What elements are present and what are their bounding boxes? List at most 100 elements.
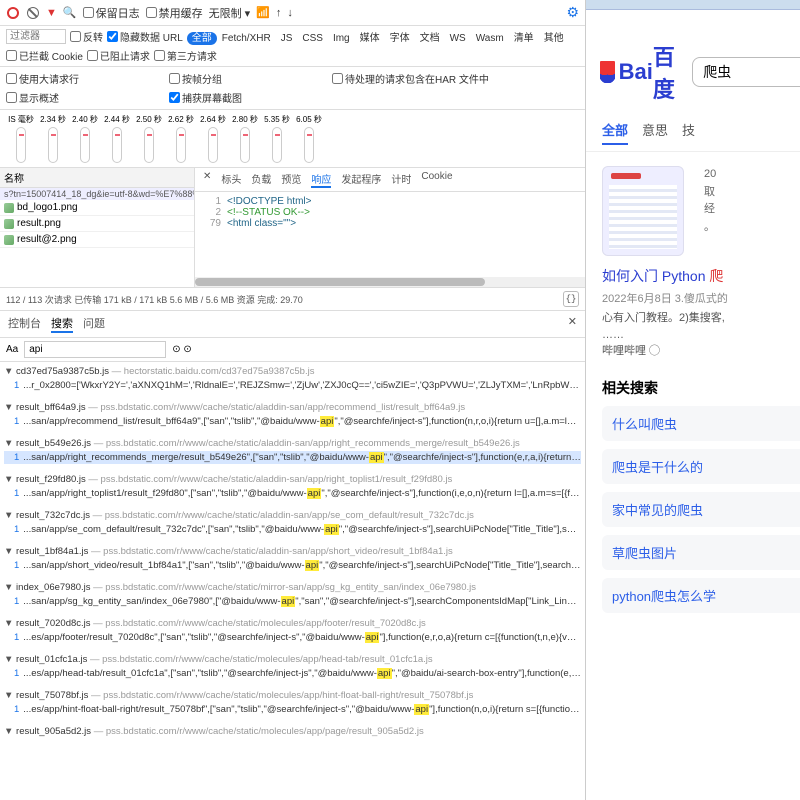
show-overview-checkbox[interactable]: 显示概述	[6, 90, 79, 105]
result-snippet: 心有入门教程。2)集搜客, …… 哔哩哔哩 ◯	[602, 310, 800, 360]
result-match-line[interactable]: 1...san/app/right_toplist1/result_f29fd8…	[4, 487, 581, 500]
result-match-line[interactable]: 1...es/app/footer/result_7020d8c",["san"…	[4, 631, 581, 644]
response-tab-0[interactable]: 标头	[221, 171, 241, 188]
result-group: ▼ index_06e7980.js — pss.bdstatic.com/r/…	[4, 580, 581, 608]
type-pill-CSS[interactable]: CSS	[297, 32, 328, 45]
result-file-header[interactable]: ▼ result_f29fd80.js — pss.bdstatic.com/r…	[4, 472, 581, 487]
response-tab-4[interactable]: 发起程序	[341, 171, 381, 188]
request-row[interactable]: result@2.png	[0, 232, 194, 248]
related-search-item[interactable]: 什么叫爬虫	[602, 406, 800, 441]
result-title-link[interactable]: 如何入门 Python 爬	[602, 260, 800, 286]
result-thumbnail[interactable]	[602, 166, 684, 256]
result-file-header[interactable]: ▼ result_01cfc1a.js — pss.bdstatic.com/r…	[4, 652, 581, 667]
result-match-line[interactable]: 1...san/app/sg_kg_entity_san/index_06e79…	[4, 595, 581, 608]
throttle-select[interactable]: 无限制 ▾	[209, 5, 251, 21]
result-match-line[interactable]: 1...r_0x2800=['WkxrY2Y=','aXNXQ1hM=','Rl…	[4, 379, 581, 392]
address-bar[interactable]	[586, 0, 800, 10]
pretty-print-icon[interactable]: {}	[563, 291, 579, 307]
result-match-line[interactable]: 1...san/app/se_com_default/result_732c7d…	[4, 523, 581, 536]
result-file-header[interactable]: ▼ result_b549e26.js — pss.bdstatic.com/r…	[4, 436, 581, 451]
filter-funnel-icon[interactable]: ▼	[46, 7, 57, 19]
type-pill-Img[interactable]: Img	[328, 32, 355, 45]
result-match-line[interactable]: 1...san/app/short_video/result_1bf84a1",…	[4, 559, 581, 572]
baidu-tab-2[interactable]: 技	[682, 120, 695, 145]
record-icon[interactable]	[6, 6, 20, 20]
type-pill-JS[interactable]: JS	[276, 32, 298, 45]
close-drawer-icon[interactable]: ✕	[568, 315, 577, 333]
response-tab-6[interactable]: Cookie	[421, 171, 452, 188]
response-tab-5[interactable]: 计时	[391, 171, 411, 188]
hide-data-urls-checkbox[interactable]: 隐藏数据 URL	[107, 29, 183, 44]
related-search-item[interactable]: 爬虫是干什么的	[602, 449, 800, 484]
search-icon[interactable]: 🔍	[63, 6, 77, 19]
wifi-icon[interactable]: 📶	[256, 6, 270, 19]
blocked-requests-checkbox[interactable]: 已阻止请求	[87, 48, 150, 63]
search-nav[interactable]: ⊙ ⊙	[172, 344, 192, 355]
result-file-header[interactable]: ▼ result_75078bf.js — pss.bdstatic.com/r…	[4, 688, 581, 703]
match-case-toggle[interactable]: Aa	[6, 344, 18, 355]
baidu-tab-0[interactable]: 全部	[602, 120, 628, 145]
related-search-item[interactable]: 家中常见的爬虫	[602, 492, 800, 527]
type-pill-文档[interactable]: 文档	[415, 32, 445, 45]
download-icon[interactable]: ↓	[287, 7, 293, 19]
result-file-header[interactable]: ▼ result_bff64a9.js — pss.bdstatic.com/r…	[4, 400, 581, 415]
horizontal-scrollbar[interactable]	[195, 277, 585, 287]
filter-input[interactable]	[6, 29, 66, 44]
result-group: ▼ result_01cfc1a.js — pss.bdstatic.com/r…	[4, 652, 581, 680]
response-tab-2[interactable]: 预览	[281, 171, 301, 188]
baidu-logo[interactable]: Bai百度	[600, 40, 682, 104]
timeline-tick: 2.80 秒	[230, 114, 260, 163]
type-pill-清单[interactable]: 清单	[509, 32, 539, 45]
result-group: ▼ result_b549e26.js — pss.bdstatic.com/r…	[4, 436, 581, 464]
type-pill-全部[interactable]: 全部	[187, 32, 217, 45]
type-pill-字体[interactable]: 字体	[385, 32, 415, 45]
result-file-header[interactable]: ▼ cd37ed75a9387c5b.js — hectorstatic.bai…	[4, 364, 581, 379]
column-name[interactable]: 名称	[0, 168, 194, 188]
close-icon[interactable]: ✕	[203, 171, 211, 188]
result-match-line[interactable]: 1...san/app/right_recommends_merge/resul…	[4, 451, 581, 464]
settings-gear-icon[interactable]: ⚙	[566, 4, 579, 21]
result-file-header[interactable]: ▼ index_06e7980.js — pss.bdstatic.com/r/…	[4, 580, 581, 595]
blocked-cookies-checkbox[interactable]: 已拦截 Cookie	[6, 48, 83, 63]
drawer-tab-1[interactable]: 搜索	[51, 315, 73, 333]
result-file-header[interactable]: ▼ result_905a5d2.js — pss.bdstatic.com/r…	[4, 724, 581, 739]
related-search-item[interactable]: python爬虫怎么学	[602, 578, 800, 613]
type-pill-媒体[interactable]: 媒体	[355, 32, 385, 45]
capture-screenshots-checkbox[interactable]: 捕获屏幕截图	[169, 90, 242, 105]
search-results[interactable]: ▼ cd37ed75a9387c5b.js — hectorstatic.bai…	[0, 362, 585, 800]
type-pill-Fetch/XHR[interactable]: Fetch/XHR	[217, 32, 276, 45]
large-rows-checkbox[interactable]: 使用大请求行	[6, 71, 79, 86]
pending-in-har-checkbox[interactable]: 待处理的请求包含在HAR 文件中	[332, 71, 489, 86]
request-row[interactable]: bd_logo1.png	[0, 200, 194, 216]
result-file-header[interactable]: ▼ result_7020d8c.js — pss.bdstatic.com/r…	[4, 616, 581, 631]
type-pill-Wasm[interactable]: Wasm	[471, 32, 509, 45]
request-row[interactable]: result.png	[0, 216, 194, 232]
result-match-line[interactable]: 1...es/app/head-tab/result_01cfc1a",["sa…	[4, 667, 581, 680]
drawer-tab-0[interactable]: 控制台	[8, 315, 41, 333]
group-by-frame-checkbox[interactable]: 按帧分组	[169, 71, 242, 86]
timeline-overview[interactable]: IS 毫秒 2.34 秒2.40 秒2.44 秒2.50 秒2.62 秒2.64…	[0, 110, 585, 168]
result-match-line[interactable]: 1...san/app/recommend_list/result_bff64a…	[4, 415, 581, 428]
third-party-checkbox[interactable]: 第三方请求	[154, 48, 217, 63]
upload-icon[interactable]: ↑	[276, 7, 282, 19]
timeline-tick: 2.40 秒	[70, 114, 100, 163]
baidu-search-input[interactable]	[692, 57, 800, 87]
response-tab-1[interactable]: 负载	[251, 171, 271, 188]
console-drawer-tabs: 控制台搜索问题 ✕	[0, 311, 585, 338]
drawer-tab-2[interactable]: 问题	[83, 315, 105, 333]
invert-checkbox[interactable]: 反转	[70, 29, 103, 44]
preserve-log-checkbox[interactable]: 保留日志	[83, 5, 140, 21]
result-file-header[interactable]: ▼ result_1bf84a1.js — pss.bdstatic.com/r…	[4, 544, 581, 559]
related-search-item[interactable]: 草爬虫图片	[602, 535, 800, 570]
result-file-header[interactable]: ▼ result_732c7dc.js — pss.bdstatic.com/r…	[4, 508, 581, 523]
type-pill-WS[interactable]: WS	[445, 32, 471, 45]
disable-cache-checkbox[interactable]: 禁用缓存	[146, 5, 203, 21]
type-pill-其他[interactable]: 其他	[539, 32, 569, 45]
search-input[interactable]	[24, 341, 166, 358]
response-code[interactable]: 1<!DOCTYPE html>2<!--STATUS OK-->79<html…	[195, 192, 585, 277]
clear-icon[interactable]	[26, 6, 40, 20]
baidu-tab-1[interactable]: 意思	[642, 120, 668, 145]
request-url-row[interactable]: s?tn=15007414_18_dg&ie=utf-8&wd=%E7%88%A…	[0, 188, 194, 200]
response-tab-3[interactable]: 响应	[311, 171, 331, 188]
result-match-line[interactable]: 1...es/app/hint-float-ball-right/result_…	[4, 703, 581, 716]
